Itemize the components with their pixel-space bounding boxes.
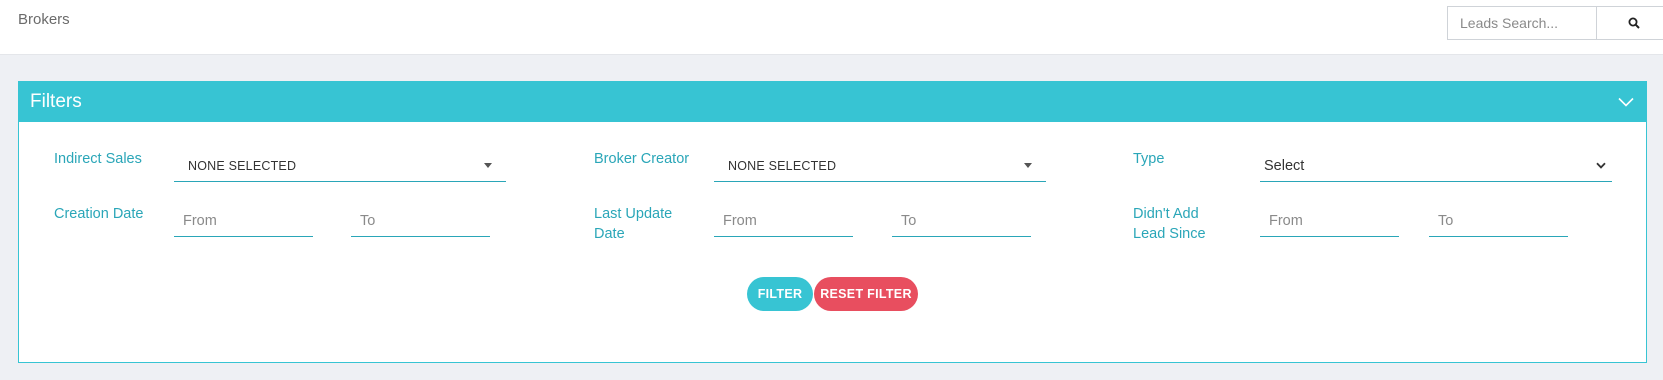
last-update-date-label-line2: Date — [594, 226, 625, 242]
reset-filter-button[interactable]: RESET FILTER — [814, 277, 918, 311]
filters-title: Filters — [30, 91, 82, 112]
leads-search — [1447, 6, 1663, 40]
didnt-add-lead-since-label: Didn't Add Lead Since — [1133, 204, 1206, 244]
didnt-add-lead-since-from-input[interactable] — [1260, 205, 1399, 237]
creation-date-to-input[interactable] — [351, 205, 490, 237]
last-update-date-from-input[interactable] — [714, 205, 853, 237]
didnt-add-lead-since-to-input[interactable] — [1429, 205, 1568, 237]
type-value: Select — [1264, 157, 1305, 174]
filter-button[interactable]: FILTER — [747, 277, 813, 311]
page-title: Brokers — [18, 11, 70, 28]
last-update-date-label-line1: Last Update — [594, 206, 673, 222]
search-button[interactable] — [1596, 6, 1663, 40]
didnt-add-lead-since-label-line1: Didn't Add — [1133, 206, 1199, 222]
type-select[interactable]: Select — [1260, 150, 1612, 182]
chevron-down-icon — [1596, 162, 1606, 169]
broker-creator-select[interactable]: NONE SELECTED — [714, 150, 1046, 182]
top-bar: Brokers — [0, 0, 1663, 55]
indirect-sales-select[interactable]: NONE SELECTED — [174, 150, 506, 182]
search-icon — [1628, 17, 1640, 29]
type-label: Type — [1133, 151, 1165, 167]
last-update-date-label: Last Update Date — [594, 204, 672, 244]
last-update-date-to-input[interactable] — [892, 205, 1031, 237]
creation-date-label: Creation Date — [54, 206, 144, 222]
indirect-sales-value: NONE SELECTED — [188, 158, 297, 173]
indirect-sales-label: Indirect Sales — [54, 151, 142, 167]
didnt-add-lead-since-label-line2: Lead Since — [1133, 226, 1206, 242]
broker-creator-value: NONE SELECTED — [728, 158, 837, 173]
leads-search-input[interactable] — [1447, 6, 1596, 40]
caret-down-icon — [1024, 163, 1032, 168]
filters-panel: Filters Indirect Sales NONE SELECTED Bro… — [18, 81, 1647, 363]
creation-date-from-input[interactable] — [174, 205, 313, 237]
broker-creator-label: Broker Creator — [594, 151, 690, 167]
filters-panel-header[interactable]: Filters — [19, 82, 1646, 122]
chevron-down-icon[interactable] — [1618, 97, 1634, 107]
caret-down-icon — [484, 163, 492, 168]
